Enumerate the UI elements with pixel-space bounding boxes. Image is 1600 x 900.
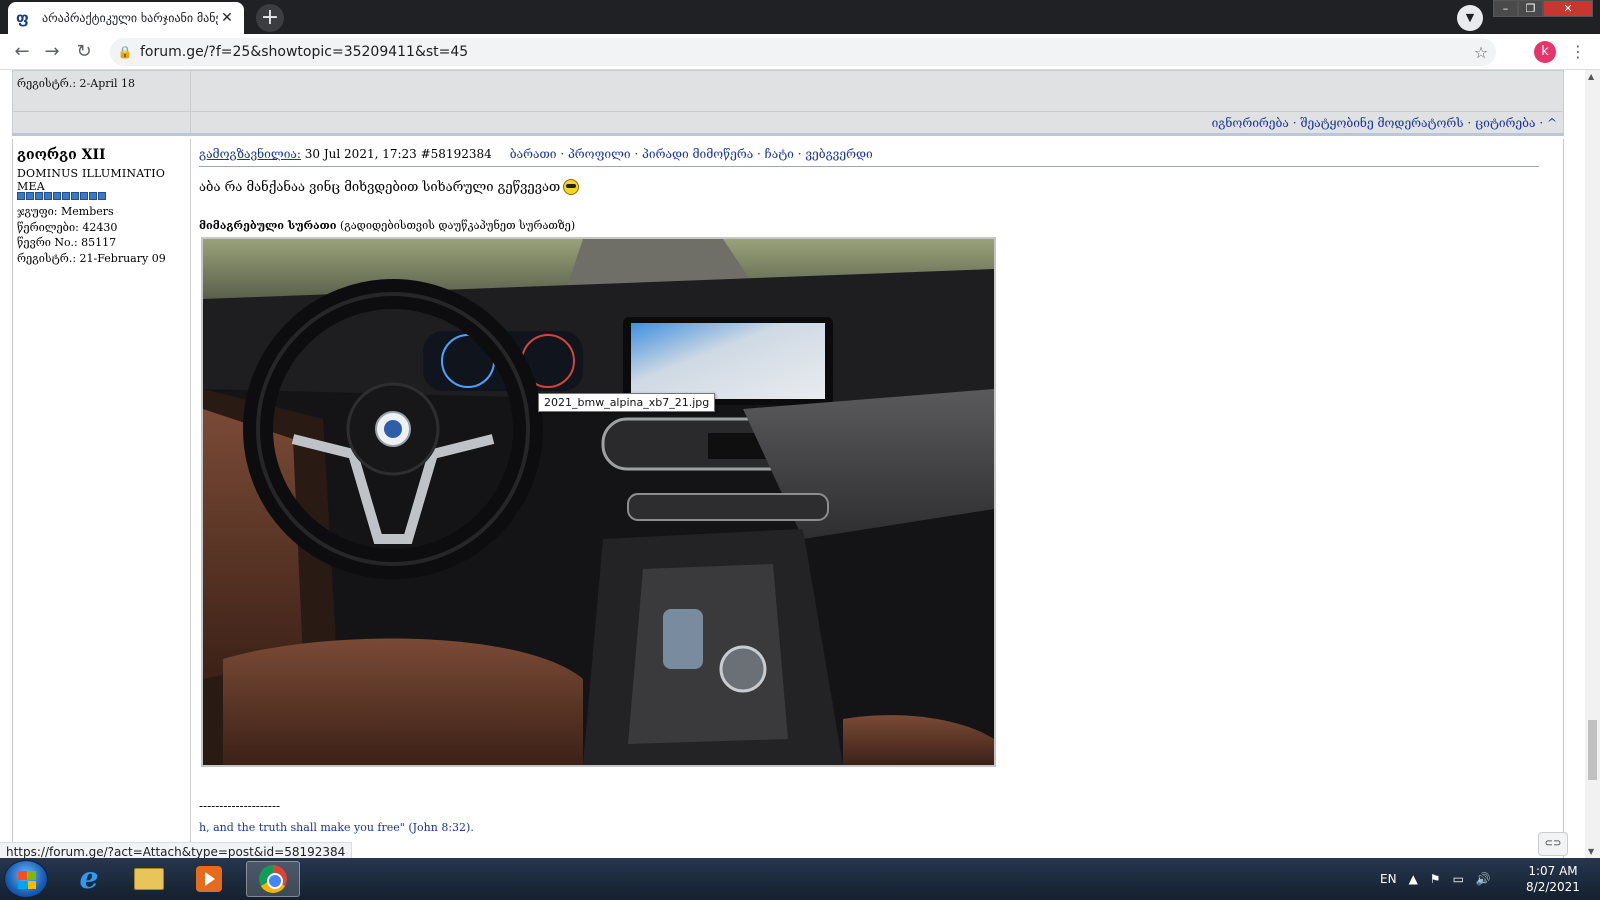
author-member-no: წევრი No.: 85117 [17,236,117,249]
post-message-text: აბა რა მანქანაა ვინც მიხვდებით სიხარული … [199,179,561,195]
forward-arrow-icon[interactable]: → [40,40,64,64]
previous-post-sidebar: რეგისტრ.: 2-April 18 [13,71,191,111]
attachment-label: მიმაგრებული სურათი (გადიდებისთვის დაუწკა… [199,219,575,232]
lock-icon[interactable]: 🔒 [110,45,140,59]
rank-pips [17,192,106,200]
windows-taskbar: e EN ▲ ⚑ ▭ 🔊 1:07 AM 8/2/2021 [0,858,1600,900]
network-icon[interactable]: ▭ [1453,872,1464,886]
attached-car-interior-image[interactable]: 2021_bmw_alpina_xb7_21.jpg [201,237,996,767]
chrome-icon [259,865,287,893]
action-bar-spacer [13,112,191,133]
rank-pip [62,192,70,200]
taskbar-chrome[interactable] [246,861,300,897]
window-minimize-button[interactable]: – [1493,0,1518,17]
page-scrollbar[interactable]: ▲ ▼ [1585,70,1600,858]
post-message: აბა რა მანქანაა ვინც მიხვდებით სიხარული … [199,179,580,195]
bookmark-star-icon[interactable]: ☆ [1466,43,1496,62]
author-sidebar: გიორგი XII DOMINUS ILLUMINATIO MEA ჯგუფი… [13,139,191,858]
post-action-bar: იგნორირება · შეატყობინე მოდერატორს · ციტ… [12,112,1564,136]
toggle-icon[interactable]: ⊂⊃ [1538,832,1568,856]
clock-time: 1:07 AM [1528,864,1578,878]
post-body: გამოგზავნილია: 30 Jul 2021, 17:23 #58192… [193,139,1563,858]
signature-separator: -------------------- [199,799,281,813]
taskbar-file-explorer[interactable] [122,861,176,897]
tab-close-icon[interactable]: ✕ [218,10,236,26]
post-action-links[interactable]: იგნორირება · შეატყობინე მოდერატორს · ციტ… [1212,116,1557,130]
author-registered: რეგისტრ.: 21-February 09 [17,252,166,265]
signature-text: h, and the truth shall make you free" (J… [199,821,474,834]
rank-pip [89,192,97,200]
author-title: DOMINUS ILLUMINATIO MEA [17,167,166,193]
window-close-button[interactable]: ✕ [1543,0,1593,17]
previous-post-footer: რეგისტრ.: 2-April 18 [12,70,1564,112]
rank-pip [98,192,106,200]
media-player-icon [196,866,222,892]
post-divider [199,166,1539,167]
system-tray: EN ▲ ⚑ ▭ 🔊 [1380,858,1503,900]
rank-pip [26,192,34,200]
post-sent-link[interactable]: გამოგზავნილია: [199,147,301,161]
previous-post-register-date: რეგისტრ.: 2-April 18 [17,77,136,90]
action-center-flag-icon[interactable]: ⚑ [1430,872,1441,886]
forum-post: გიორგი XII DOMINUS ILLUMINATIO MEA ჯგუფი… [12,139,1564,858]
volume-icon[interactable]: 🔊 [1476,872,1491,886]
new-tab-button[interactable]: + [256,4,284,32]
taskbar-media-player[interactable] [182,861,236,897]
sunglasses-emoji-icon [563,179,580,195]
clock-date: 8/2/2021 [1526,880,1580,894]
folder-icon [134,868,164,890]
address-url[interactable]: forum.ge/?f=25&showtopic=35209411&st=45 [140,44,1466,60]
forum-favicon-icon: ფ [16,9,29,27]
author-group: ჯგუფი: Members [17,205,114,218]
scrollbar-thumb[interactable] [1588,720,1597,780]
post-date: 30 Jul 2021, 17:23 #58192384 [300,147,492,161]
rank-pip [17,192,25,200]
car-interior-photo[interactable] [203,239,994,765]
author-links[interactable]: ბარათი · პროფილი · პირადი მიმოწერა · ჩატ… [510,147,873,161]
windows-logo-icon [18,871,36,889]
tab-search-icon[interactable]: ▼ [1457,5,1483,31]
start-button[interactable] [4,860,48,898]
profile-avatar[interactable]: k [1534,41,1556,63]
address-bar[interactable]: 🔒 forum.ge/?f=25&showtopic=35209411&st=4… [110,38,1496,66]
rank-pip [71,192,79,200]
language-indicator[interactable]: EN [1380,872,1397,886]
browser-tab-active[interactable]: ფ არაპრაქტიკული ხარჯიანი მანქ ✕ [8,2,244,34]
internet-explorer-icon: e [79,861,99,896]
rank-pip [35,192,43,200]
scroll-down-icon[interactable]: ▼ [1588,847,1594,856]
reload-icon[interactable]: ↻ [72,40,96,64]
kebab-menu-icon[interactable]: ⋮ [1568,40,1588,64]
attachment-title: მიმაგრებული სურათი [199,219,337,232]
image-filename-tooltip: 2021_bmw_alpina_xb7_21.jpg [538,393,716,412]
attachment-note: (გადიდებისთვის დაუწკაპუნეთ სურათზე) [336,219,576,232]
tab-title: არაპრაქტიკული ხარჯიანი მანქ [42,11,218,25]
rank-pip [44,192,52,200]
author-name[interactable]: გიორგი XII [17,147,106,163]
browser-titlebar: ფ არაპრაქტიკული ხარჯიანი მანქ ✕ + ▼ – ❐ … [0,0,1600,34]
scroll-up-icon[interactable]: ▲ [1588,72,1594,81]
window-restore-button[interactable]: ❐ [1518,0,1543,17]
rank-pip [53,192,61,200]
forum-page: რეგისტრ.: 2-April 18 იგნორირება · შეატყო… [0,70,1585,858]
system-clock[interactable]: 1:07 AM 8/2/2021 [1518,863,1588,895]
browser-toolbar: ← → ↻ 🔒 forum.ge/?f=25&showtopic=3520941… [0,34,1600,70]
post-header: გამოგზავნილია: 30 Jul 2021, 17:23 #58192… [199,147,873,161]
rank-pip [80,192,88,200]
show-hidden-icons-icon[interactable]: ▲ [1409,872,1418,886]
taskbar-internet-explorer[interactable]: e [62,861,116,897]
back-arrow-icon[interactable]: ← [10,40,34,64]
author-posts: წერილები: 42430 [17,221,118,234]
